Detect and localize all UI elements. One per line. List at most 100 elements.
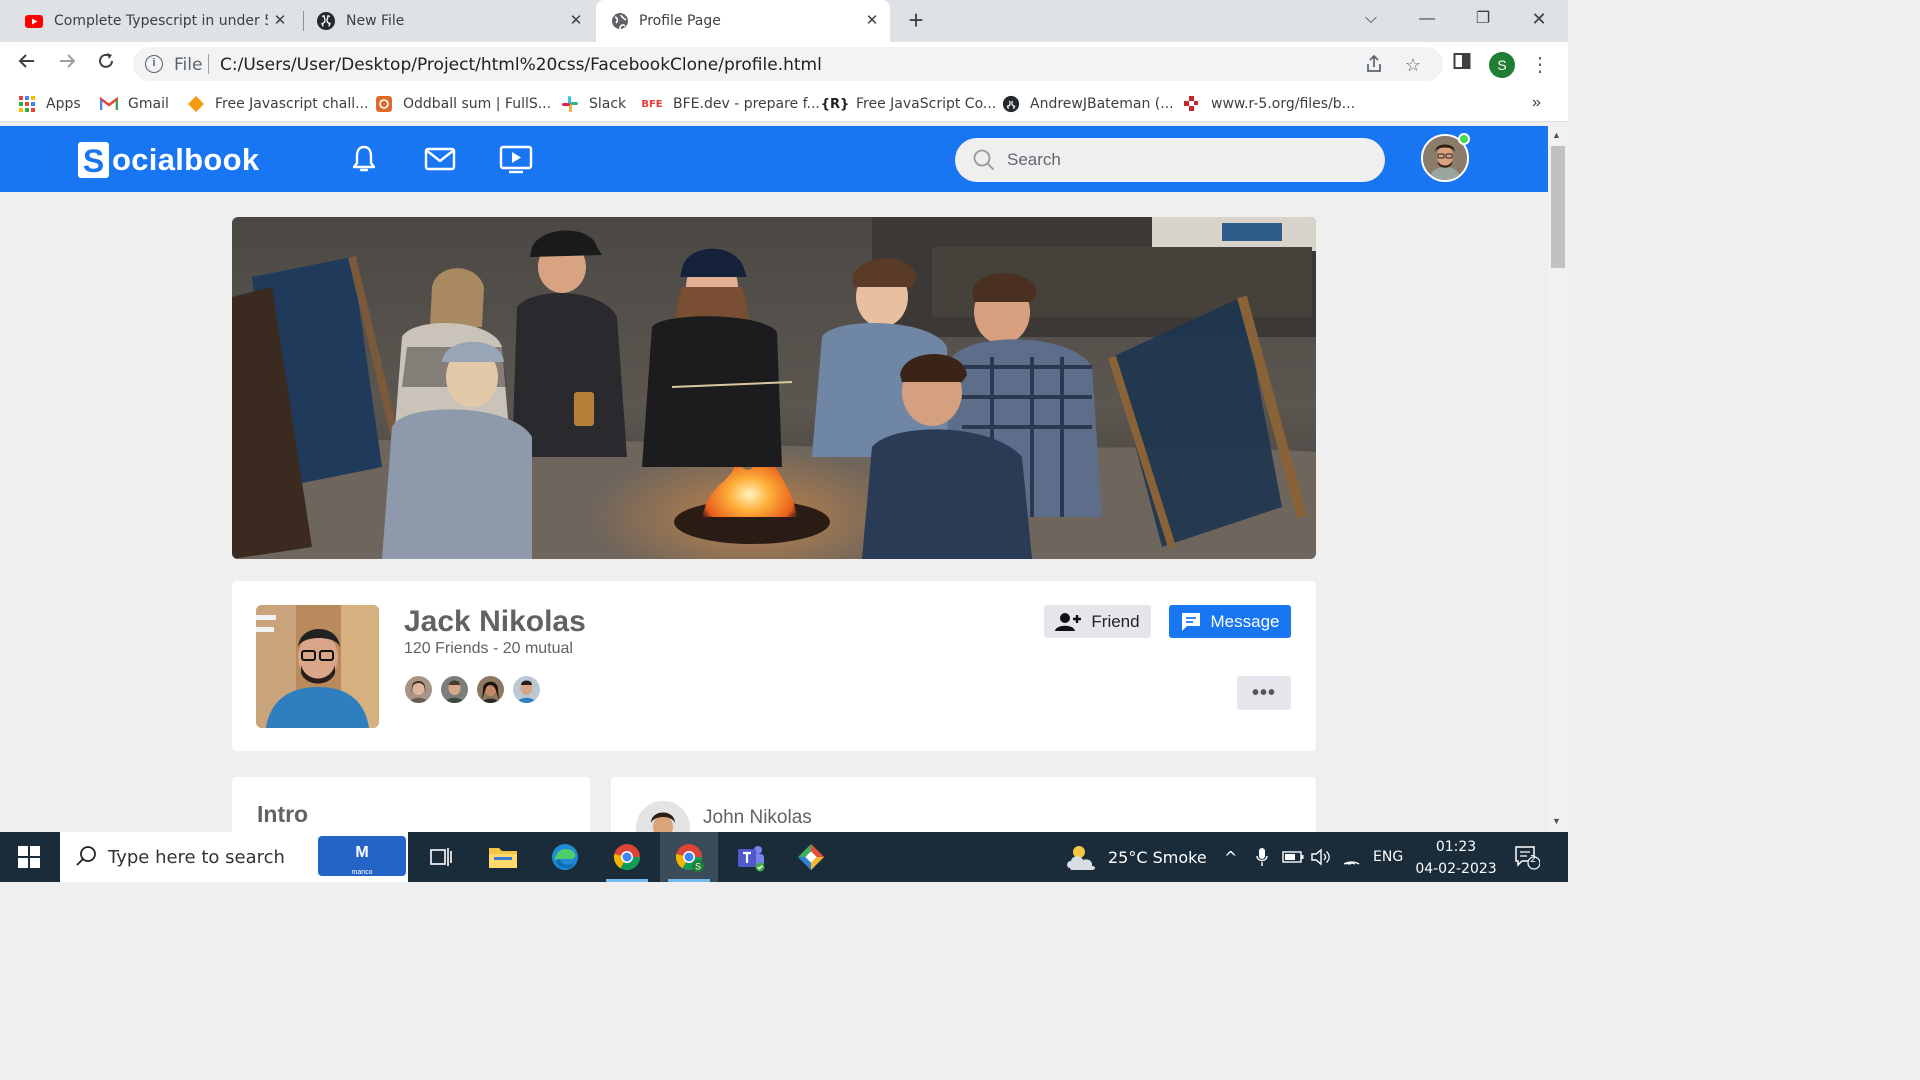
bookmark-gmail[interactable]: Gmail bbox=[100, 94, 169, 114]
mutual-friends-avatars bbox=[403, 674, 547, 705]
bracket-r-icon: {R} bbox=[820, 96, 850, 112]
bookmark-free-js-course[interactable]: {R} Free JavaScript Co... bbox=[820, 94, 997, 114]
bookmark-slack[interactable]: Slack bbox=[561, 94, 626, 114]
close-window-button[interactable]: ✕ bbox=[1524, 6, 1554, 32]
avatar[interactable] bbox=[636, 801, 690, 832]
message-button[interactable]: Message bbox=[1169, 605, 1291, 638]
running-indicator bbox=[668, 879, 710, 882]
chrome-profile-app[interactable]: S bbox=[660, 832, 718, 882]
bookmark-apps[interactable]: Apps bbox=[18, 94, 81, 114]
notification-center-button[interactable]: 2 bbox=[1514, 832, 1540, 882]
close-icon[interactable]: ✕ bbox=[864, 12, 880, 28]
git-app[interactable] bbox=[782, 832, 840, 882]
apps-grid-icon bbox=[18, 95, 36, 113]
site-search[interactable] bbox=[955, 138, 1385, 182]
tab-title: Complete Typescript in under 5 h bbox=[54, 13, 268, 29]
pinned-app-letter: M bbox=[355, 844, 369, 861]
more-options-button[interactable]: ••• bbox=[1237, 676, 1291, 710]
profile-photo[interactable] bbox=[256, 605, 379, 728]
language-indicator[interactable]: ENG bbox=[1373, 832, 1403, 882]
back-button[interactable] bbox=[14, 51, 40, 77]
page-scrollbar[interactable]: ▲ ▼ bbox=[1548, 126, 1568, 832]
file-explorer-app[interactable] bbox=[474, 832, 532, 882]
minimize-button[interactable]: — bbox=[1412, 6, 1442, 32]
bookmark-js-challenges[interactable]: Free Javascript chall... bbox=[187, 94, 368, 114]
bfe-icon: BFE bbox=[641, 98, 663, 110]
tab-new-file[interactable]: New File ✕ bbox=[304, 0, 594, 42]
github-icon bbox=[317, 12, 335, 30]
tab-profile-page[interactable]: Profile Page ✕ bbox=[596, 0, 890, 42]
tab-search-icon[interactable]: ⌵ bbox=[1356, 6, 1386, 32]
arrow-right-icon bbox=[60, 54, 76, 68]
scheme-label: File bbox=[174, 55, 203, 75]
avatar[interactable] bbox=[475, 674, 506, 705]
menu-kebab-icon[interactable]: ⋮ bbox=[1530, 52, 1550, 78]
scroll-down-icon[interactable]: ▼ bbox=[1552, 816, 1561, 826]
address-bar[interactable]: i File C:/Users/User/Desktop/Project/htm… bbox=[133, 47, 1443, 81]
friend-button-label: Friend bbox=[1091, 611, 1140, 631]
teams-app[interactable] bbox=[721, 832, 779, 882]
bookmark-bfe[interactable]: BFE BFE.dev - prepare f... bbox=[641, 94, 820, 114]
reload-button[interactable] bbox=[93, 51, 119, 77]
weather-widget[interactable]: 25°C Smoke bbox=[1064, 832, 1207, 882]
close-icon[interactable]: ✕ bbox=[568, 12, 584, 28]
weather-text: 25°C Smoke bbox=[1108, 847, 1207, 867]
search-icon bbox=[973, 149, 995, 171]
bookmarks-overflow-button[interactable]: » bbox=[1532, 94, 1541, 112]
tray-overflow-button[interactable]: ^ bbox=[1224, 832, 1237, 882]
search-input[interactable] bbox=[1007, 146, 1367, 174]
volume-icon[interactable] bbox=[1311, 832, 1331, 882]
intro-title: Intro bbox=[257, 801, 309, 827]
video-icon[interactable] bbox=[499, 144, 533, 174]
avatar[interactable] bbox=[511, 674, 542, 705]
wifi-icon[interactable] bbox=[1342, 832, 1362, 882]
share-icon[interactable] bbox=[1363, 54, 1385, 76]
mail-icon[interactable] bbox=[423, 144, 457, 174]
bookmark-oddball[interactable]: Oddball sum | FullS... bbox=[375, 94, 551, 114]
site-logo[interactable]: S ocialbook bbox=[78, 142, 260, 179]
logo-text: ocialbook bbox=[112, 142, 260, 177]
svg-text:S: S bbox=[695, 862, 701, 872]
tab-youtube[interactable]: Complete Typescript in under 5 h ✕ bbox=[8, 0, 298, 42]
new-tab-button[interactable]: + bbox=[904, 7, 928, 33]
taskbar-search[interactable]: Type here to search M manco bbox=[60, 832, 408, 882]
star-icon[interactable]: ☆ bbox=[1402, 54, 1424, 76]
start-button[interactable] bbox=[0, 832, 58, 882]
info-icon[interactable]: i bbox=[145, 55, 163, 73]
post-card: John Nikolas bbox=[611, 777, 1316, 832]
avatar[interactable] bbox=[439, 674, 470, 705]
git-diamond-icon bbox=[798, 844, 824, 870]
page-viewport: S ocialbook Search Jack Nikolas 120 Frie… bbox=[0, 126, 1548, 832]
arrow-left-icon bbox=[18, 54, 34, 68]
url-text[interactable]: C:/Users/User/Desktop/Project/html%20css… bbox=[220, 55, 822, 75]
bookmark-r5[interactable]: www.r-5.org/files/b... bbox=[1183, 94, 1355, 114]
add-friend-button[interactable]: Friend bbox=[1044, 605, 1151, 638]
close-icon[interactable]: ✕ bbox=[272, 12, 288, 28]
tab-title: Profile Page bbox=[639, 13, 721, 29]
task-view-button[interactable] bbox=[412, 832, 470, 882]
restore-button[interactable]: ❐ bbox=[1468, 6, 1498, 32]
post-author-name[interactable]: John Nikolas bbox=[703, 807, 812, 829]
pinned-search-app[interactable]: M manco bbox=[318, 836, 406, 876]
bookmark-label: Slack bbox=[589, 96, 627, 112]
bookmark-label: Gmail bbox=[128, 96, 169, 112]
avatar[interactable] bbox=[403, 674, 434, 705]
bell-icon[interactable] bbox=[347, 144, 381, 174]
profile-avatar-button[interactable]: S bbox=[1489, 52, 1515, 78]
search-icon bbox=[76, 846, 96, 866]
forward-button[interactable] bbox=[54, 51, 80, 77]
taskbar-clock[interactable]: 01:23 04-02-2023 bbox=[1408, 836, 1504, 880]
microphone-icon[interactable] bbox=[1255, 832, 1269, 882]
chrome-app[interactable] bbox=[598, 832, 656, 882]
bookmark-andrewjbateman[interactable]: AndrewJBateman (... bbox=[1002, 94, 1174, 114]
profile-name: Jack Nikolas bbox=[404, 605, 586, 638]
battery-icon[interactable] bbox=[1282, 832, 1304, 882]
sidepanel-icon[interactable] bbox=[1449, 51, 1475, 77]
pinned-app-sub: manco bbox=[351, 869, 373, 876]
edge-app[interactable] bbox=[536, 832, 594, 882]
bookmark-label: Apps bbox=[46, 96, 81, 112]
friends-count[interactable]: 120 Friends - 20 mutual bbox=[404, 640, 573, 658]
scrollbar-thumb[interactable] bbox=[1551, 146, 1565, 268]
add-friend-icon bbox=[1055, 612, 1082, 631]
scroll-up-icon[interactable]: ▲ bbox=[1552, 130, 1561, 140]
